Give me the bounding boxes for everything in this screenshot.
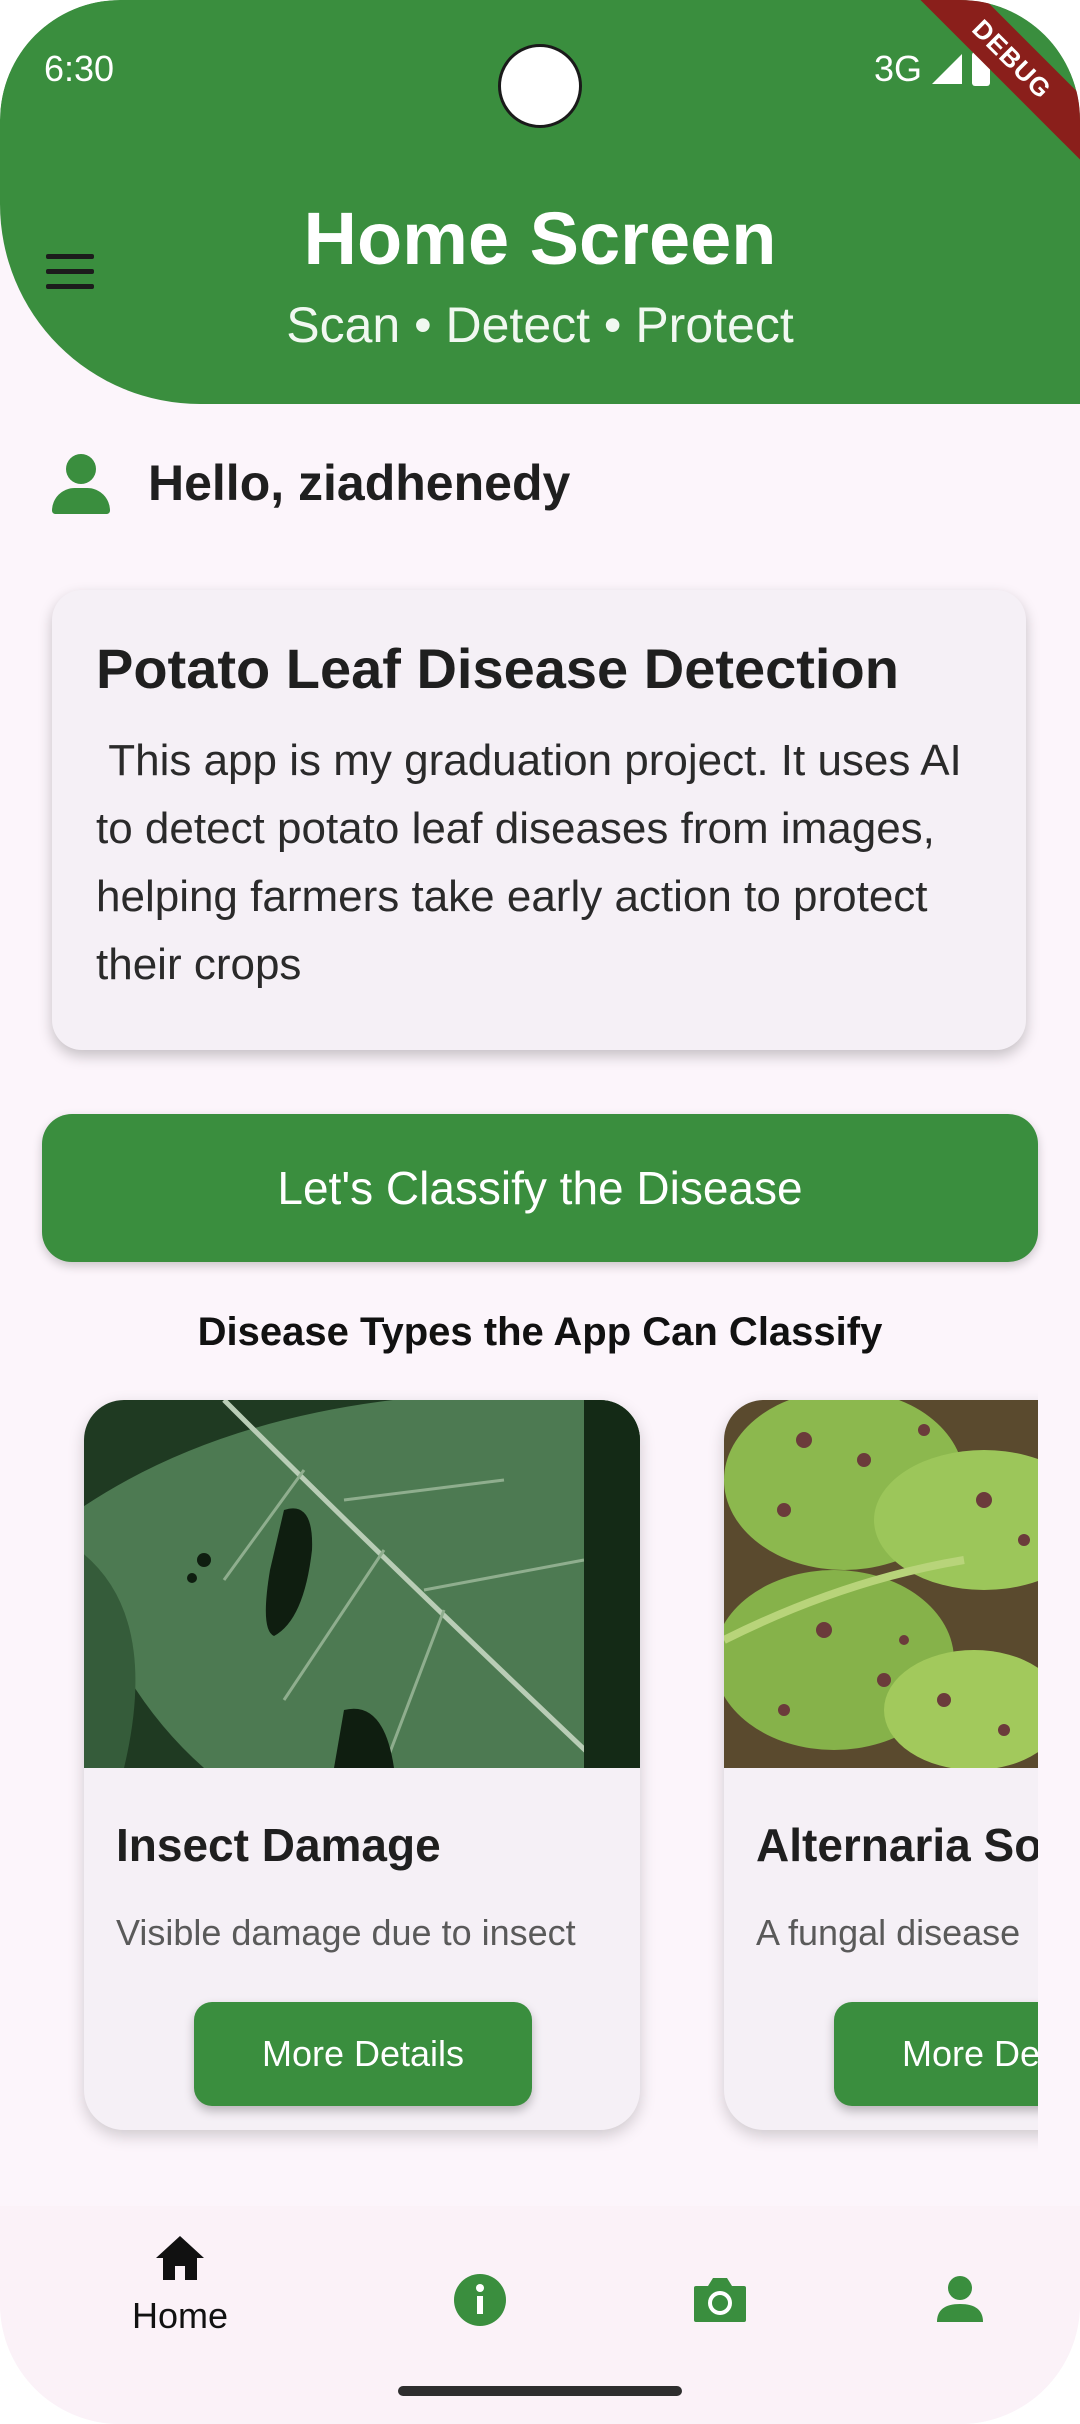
disease-description: A fungal disease xyxy=(756,1912,1021,1953)
more-details-button[interactable]: More Details xyxy=(834,2002,1038,2106)
nav-item-home[interactable]: Home xyxy=(100,2234,260,2337)
info-icon xyxy=(454,2274,506,2326)
section-title: Disease Types the App Can Classify xyxy=(197,1310,883,1354)
signal-icon xyxy=(932,54,963,84)
camera-cutout xyxy=(498,44,582,128)
network-type: 3G xyxy=(874,48,923,89)
disease-card-insect-damage[interactable]: Insect Damage Visible damage due to inse… xyxy=(84,1400,640,2130)
disease-description: Visible damage due to insect xyxy=(116,1912,576,1953)
status-time: 6:30 xyxy=(44,48,115,89)
greeting-text: Hello, ziadhenedy xyxy=(148,455,571,511)
nav-item-profile[interactable] xyxy=(880,2234,1040,2329)
disease-title: Insect Damage xyxy=(116,1819,441,1871)
info-card-title: Potato Leaf Disease Detection xyxy=(96,637,899,700)
disease-card-alternaria[interactable]: Alternaria Solani A fungal disease More … xyxy=(724,1400,1038,2130)
user-icon xyxy=(50,452,112,514)
nav-item-camera[interactable] xyxy=(640,2234,800,2329)
page-title: Home Screen xyxy=(303,197,777,280)
disease-title: Alternaria Solani xyxy=(756,1819,1038,1871)
info-card-body: This app is my graduation project. It us… xyxy=(96,736,974,989)
insect-damage-image xyxy=(84,1400,640,1768)
status-indicators: 3G xyxy=(874,48,991,90)
camera-icon xyxy=(694,2278,746,2322)
nav-label-home: Home xyxy=(131,2295,229,2336)
person-icon xyxy=(937,2276,983,2322)
home-icon xyxy=(156,2236,204,2280)
classify-disease-button[interactable]: Let's Classify the Disease xyxy=(42,1114,1038,1262)
app-bar: 6:30 3G DEBUG Home Screen Scan • Detect … xyxy=(0,0,1080,404)
info-card: Potato Leaf Disease Detection This app i… xyxy=(52,590,1026,1050)
gesture-home-indicator[interactable] xyxy=(398,2386,682,2396)
alternaria-image xyxy=(724,1400,1038,1768)
page-subtitle: Scan • Detect • Protect xyxy=(286,297,794,353)
more-details-button[interactable]: More Details xyxy=(194,2002,532,2106)
greeting: Hello, ziadhenedy xyxy=(50,452,570,514)
phone-screen: 6:30 3G DEBUG Home Screen Scan • Detect … xyxy=(0,0,1080,2424)
nav-item-info[interactable] xyxy=(400,2234,560,2333)
disease-carousel[interactable]: Insect Damage Visible damage due to inse… xyxy=(0,1380,1038,2160)
